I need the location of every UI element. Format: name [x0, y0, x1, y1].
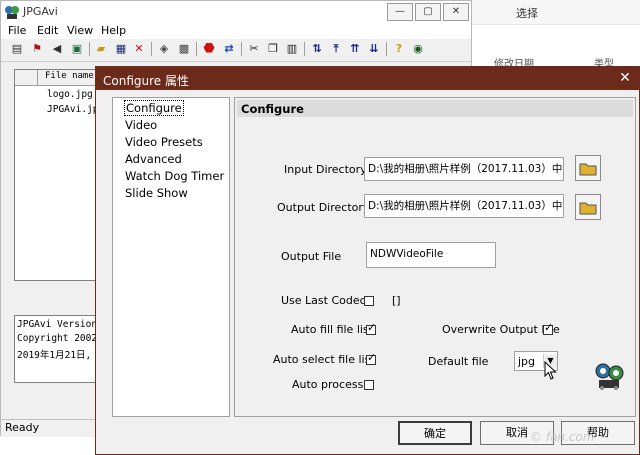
move-down-icon[interactable]: ⇊ — [366, 41, 382, 57]
menu-view[interactable]: View — [67, 23, 93, 39]
open-folder-icon — [579, 163, 597, 176]
use-last-codec-checkbox[interactable] — [364, 296, 374, 306]
input-directory-label: Input Directory — [284, 163, 367, 176]
new-file-icon[interactable]: ▤ — [9, 41, 25, 57]
copy-icon[interactable]: ❐ — [265, 41, 281, 57]
info-version: JPGAvi Version — [17, 319, 98, 330]
watermark-text: © fan.com — [530, 430, 595, 444]
output-directory-label: Output Directory — [277, 201, 370, 214]
checkmark-icon: ✓ — [367, 321, 377, 334]
speaker-icon[interactable]: ◀ — [49, 41, 65, 57]
help-icon[interactable]: ? — [391, 41, 407, 57]
panel-header: Configure — [237, 100, 633, 117]
toolbar-separator — [386, 42, 387, 56]
auto-fill-checkbox[interactable]: ✓ — [366, 321, 377, 335]
tree-item-advanced[interactable]: Advanced — [125, 152, 182, 166]
open-folder-icon — [579, 202, 597, 215]
maximize-button[interactable]: ▢ — [415, 3, 441, 21]
overwrite-output-checkbox[interactable]: ✓ — [543, 321, 554, 335]
auto-process-label: Auto process — [292, 378, 364, 391]
info-panel: JPGAvi Version Copyright 2002 2019年1月21日… — [14, 315, 106, 383]
menu-file[interactable]: File — [8, 23, 26, 39]
open-folder-icon[interactable]: ▰ — [93, 41, 109, 57]
move-up-icon[interactable]: ⇈ — [347, 41, 363, 57]
auto-select-label: Auto select file list — [273, 353, 375, 366]
save-icon[interactable]: ▦ — [113, 41, 129, 57]
configure-dialog: Configure 属性 ✕ Configure Video Video Pre… — [95, 66, 640, 455]
sort-up-icon[interactable]: ⇅ — [309, 41, 325, 57]
jpgavi-app-icon — [5, 6, 19, 19]
use-last-codec-label: Use Last Codec — [281, 294, 366, 307]
menu-edit[interactable]: Edit — [37, 23, 58, 39]
tree-item-configure[interactable]: Configure — [124, 100, 184, 116]
list-item[interactable]: logo.jpg — [47, 89, 93, 100]
mouse-cursor-icon — [544, 361, 557, 380]
file-list[interactable]: File name logo.jpg JPGAvi.jpg — [14, 69, 106, 281]
info-date: 2019年1月21日, 星 — [17, 350, 106, 361]
paste-icon[interactable]: ▥ — [284, 41, 300, 57]
output-directory-browse-button[interactable] — [575, 194, 601, 220]
main-titlebar[interactable]: JPGAvi — ▢ ✕ — [1, 1, 471, 23]
dialog-title: Configure 属性 — [103, 74, 189, 88]
input-directory-field[interactable]: D:\我的相册\照片样例（2017.11.03）中午 — [364, 157, 564, 181]
explorer-select-tab[interactable]: 选择 — [516, 5, 538, 21]
toolbar-separator — [304, 42, 305, 56]
tree-item-slide-show[interactable]: Slide Show — [125, 186, 188, 200]
minimize-button[interactable]: — — [387, 3, 413, 21]
auto-fill-label: Auto fill file list — [291, 323, 373, 336]
delete-icon[interactable]: ✕ — [131, 41, 147, 57]
explorer-toolbar — [470, 0, 640, 25]
auto-process-checkbox[interactable] — [364, 380, 374, 390]
default-file-value: jpg — [518, 355, 536, 368]
stack-icon[interactable]: ◈ — [156, 41, 172, 57]
file-list-index-header — [15, 70, 38, 85]
output-file-field[interactable]: NDWVideoFile — [366, 242, 496, 268]
output-directory-field[interactable]: D:\我的相册\照片样例（2017.11.03）中午 — [364, 194, 564, 218]
output-file-label: Output File — [281, 250, 342, 263]
tree-item-watch-dog-timer[interactable]: Watch Dog Timer — [125, 169, 224, 183]
cut-icon[interactable]: ✂ — [246, 41, 262, 57]
flag-icon[interactable]: ⚑ — [29, 41, 45, 57]
auto-select-checkbox[interactable]: ✓ — [366, 351, 377, 365]
menu-bar: File Edit View Help — [1, 23, 471, 39]
toolbar-separator — [89, 42, 90, 56]
jpgavi-mascot-icon — [595, 363, 624, 390]
main-window-title: JPGAvi — [23, 5, 58, 18]
web-icon[interactable]: ◉ — [410, 41, 426, 57]
input-directory-browse-button[interactable] — [575, 155, 601, 181]
toolbar: ▤ ⚑ ◀ ▣ ▰ ▦ ✕ ◈ ▩ ⬣ ⇄ ✂ ❐ ▥ ⇅ ⤒ ⇈ ⇊ ? ◉ — [1, 39, 471, 62]
panel-title: Configure — [241, 102, 304, 116]
status-text: Ready — [5, 421, 40, 434]
dialog-close-button[interactable]: ✕ — [616, 70, 634, 86]
dialog-titlebar[interactable]: Configure 属性 ✕ — [96, 67, 639, 90]
refresh-icon[interactable]: ⇄ — [221, 41, 237, 57]
menu-help[interactable]: Help — [101, 23, 126, 39]
image-icon[interactable]: ▣ — [69, 41, 85, 57]
close-button[interactable]: ✕ — [443, 3, 469, 21]
default-file-label: Default file — [428, 355, 489, 368]
settings-tree: Configure Video Video Presets Advanced W… — [112, 97, 230, 417]
tree-item-video[interactable]: Video — [125, 118, 157, 132]
checkmark-icon: ✓ — [544, 321, 554, 334]
checkmark-icon: ✓ — [367, 351, 377, 364]
toolbar-separator — [196, 42, 197, 56]
tree-item-video-presets[interactable]: Video Presets — [125, 135, 203, 149]
stop-icon[interactable]: ⬣ — [201, 41, 217, 57]
toolbar-separator — [241, 42, 242, 56]
codec-value: [] — [392, 294, 401, 307]
film-icon[interactable]: ▩ — [176, 41, 192, 57]
move-top-icon[interactable]: ⤒ — [328, 41, 344, 57]
file-list-header: File name — [15, 70, 105, 86]
toolbar-separator — [151, 42, 152, 56]
info-copyright: Copyright 2002 — [17, 333, 98, 344]
file-name-column-header[interactable]: File name — [45, 71, 94, 81]
ok-button[interactable]: 确定 — [398, 421, 472, 445]
